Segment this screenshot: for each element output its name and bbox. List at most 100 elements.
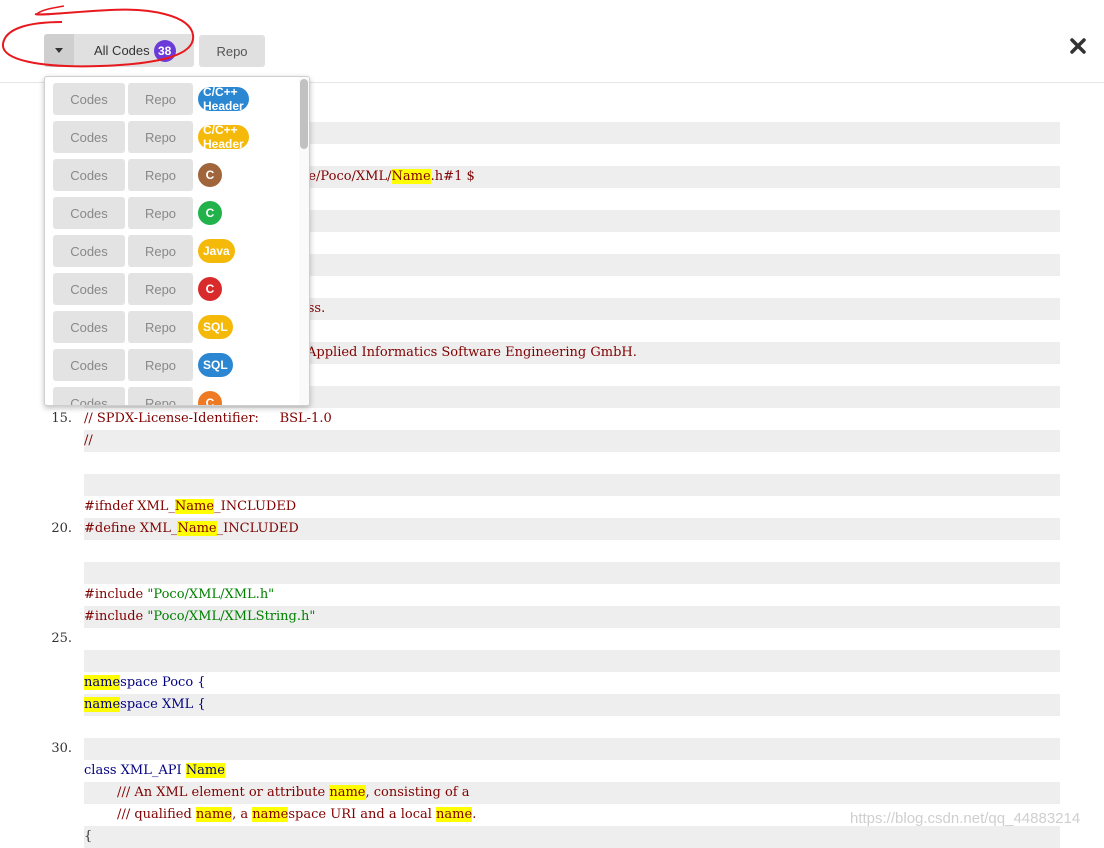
- code-line: class XML_API Name: [0, 760, 1104, 782]
- code-token: /// An XML element or attribute: [84, 785, 330, 800]
- code-count-badge: 38: [153, 39, 176, 62]
- search-highlight: name: [84, 675, 121, 690]
- close-icon: [1070, 38, 1086, 54]
- code-token: space XML {: [120, 697, 206, 712]
- dropdown-codes-button[interactable]: Codes: [53, 387, 125, 405]
- code-text: namespace XML {: [84, 694, 206, 716]
- code-token: space URI and a local: [288, 807, 437, 822]
- code-text: Applied Informatics Software Engineering…: [307, 342, 637, 364]
- language-badge[interactable]: C: [198, 201, 222, 225]
- dropdown-repo-button[interactable]: Repo: [128, 159, 193, 191]
- dropdown-repo-button[interactable]: Repo: [128, 235, 193, 267]
- code-line: #include "Poco/XML/XML.h": [0, 584, 1104, 606]
- dropdown-repo-button[interactable]: Repo: [128, 387, 193, 405]
- dropdown-repo-button[interactable]: Repo: [128, 273, 193, 305]
- code-text: //: [84, 430, 93, 452]
- search-highlight: name: [252, 807, 289, 822]
- dropdown-codes-button[interactable]: Codes: [53, 349, 125, 381]
- code-line: #ifndef XML_Name_INCLUDED: [0, 496, 1104, 518]
- search-highlight: name: [329, 785, 366, 800]
- language-badge[interactable]: C: [198, 391, 222, 405]
- dropdown-codes-button[interactable]: Codes: [53, 235, 125, 267]
- language-badge[interactable]: C/C++ Header: [198, 123, 249, 151]
- code-token: "Poco/XML/XMLString.h": [147, 609, 316, 624]
- code-token: "Poco/XML/XML.h": [147, 587, 275, 602]
- code-text: namespace Poco {: [84, 672, 206, 694]
- code-text: // SPDX-License-Identifier: BSL-1.0: [84, 408, 332, 430]
- code-token: #ifndef XML_: [84, 499, 175, 514]
- code-token: #include: [84, 609, 148, 624]
- code-line: 20. #define XML_Name_INCLUDED: [0, 518, 1104, 540]
- language-badge[interactable]: C: [198, 277, 222, 301]
- code-line: {: [0, 826, 1104, 848]
- search-highlight: name: [195, 807, 233, 822]
- language-badge[interactable]: Java: [198, 239, 235, 263]
- code-token: {: [84, 829, 93, 844]
- dropdown-codes-button[interactable]: Codes: [53, 311, 125, 343]
- code-text: /// qualified name, a namespace URI and …: [84, 804, 476, 826]
- search-highlight: name: [436, 807, 473, 822]
- code-line: #include "Poco/XML/XMLString.h": [0, 606, 1104, 628]
- search-highlight: name: [84, 697, 121, 712]
- repo-button[interactable]: Repo: [199, 35, 265, 67]
- code-line: namespace Poco {: [0, 672, 1104, 694]
- codes-dropdown-panel: Codes Repo C/C++ Header Codes Repo C/C++ Head…: [44, 76, 310, 406]
- code-token: _INCLUDED: [216, 521, 299, 536]
- code-text: /// An XML element or attribute name, co…: [84, 782, 469, 804]
- code-token: //: [84, 433, 93, 448]
- language-badge[interactable]: SQL: [198, 315, 233, 339]
- language-badge[interactable]: SQL: [198, 353, 233, 377]
- code-token: #include: [84, 587, 148, 602]
- code-token: #define XML_: [84, 521, 178, 536]
- dropdown-scrollbar-track: [299, 77, 309, 405]
- line-number: 20.: [51, 521, 72, 536]
- dropdown-codes-button[interactable]: Codes: [53, 121, 125, 153]
- code-line: [0, 474, 1104, 496]
- code-token: .: [472, 807, 477, 822]
- code-line: 30.: [0, 738, 1104, 760]
- language-badge[interactable]: C/C++ Header: [198, 85, 249, 113]
- dropdown-codes-button[interactable]: Codes: [53, 83, 125, 115]
- code-line: [0, 562, 1104, 584]
- code-token: _INCLUDED: [214, 499, 297, 514]
- language-badge[interactable]: C: [198, 163, 222, 187]
- dropdown-codes-button[interactable]: Codes: [53, 197, 125, 229]
- toolbar: All Codes 38 Repo: [0, 0, 1104, 83]
- dropdown-repo-button[interactable]: Repo: [128, 349, 193, 381]
- code-line: 25.: [0, 628, 1104, 650]
- line-number: 25.: [51, 631, 72, 646]
- code-token: , a: [232, 807, 253, 822]
- code-token: , consisting of a: [365, 785, 470, 800]
- dropdown-codes-button[interactable]: Codes: [53, 159, 125, 191]
- line-number: 15.: [51, 411, 72, 426]
- code-token: Applied Informatics Software Engineering…: [307, 345, 637, 360]
- search-highlight: Name: [177, 521, 217, 536]
- code-line: [0, 650, 1104, 672]
- code-text: #include "Poco/XML/XMLString.h": [84, 606, 315, 628]
- search-highlight: Name: [174, 499, 215, 514]
- dropdown-scrollbar-thumb[interactable]: [300, 79, 308, 149]
- dropdown-codes-button[interactable]: Codes: [53, 273, 125, 305]
- all-codes-button[interactable]: All Codes 38: [74, 34, 194, 67]
- caret-down-icon: [55, 48, 63, 53]
- dropdown-toggle-button[interactable]: [44, 34, 74, 67]
- code-token: // SPDX-License-Identifier: BSL-1.0: [84, 411, 332, 426]
- line-number: 30.: [51, 741, 72, 756]
- close-button[interactable]: [1068, 36, 1088, 56]
- dropdown-repo-button[interactable]: Repo: [128, 83, 193, 115]
- code-token: .h#1 $: [430, 169, 475, 184]
- dropdown-repo-button[interactable]: Repo: [128, 311, 193, 343]
- search-highlight: Name: [391, 169, 431, 184]
- dropdown-repo-button[interactable]: Repo: [128, 197, 193, 229]
- search-highlight: Name: [185, 763, 225, 778]
- code-text: #include "Poco/XML/XML.h": [84, 584, 274, 606]
- code-token: de/Poco/XML/: [300, 169, 392, 184]
- code-line: //: [0, 430, 1104, 452]
- code-text: de/Poco/XML/Name.h#1 $: [300, 166, 475, 188]
- watermark: https://blog.csdn.net/qq_44883214: [850, 810, 1081, 827]
- all-codes-button-group: All Codes 38: [44, 34, 194, 67]
- dropdown-repo-button[interactable]: Repo: [128, 121, 193, 153]
